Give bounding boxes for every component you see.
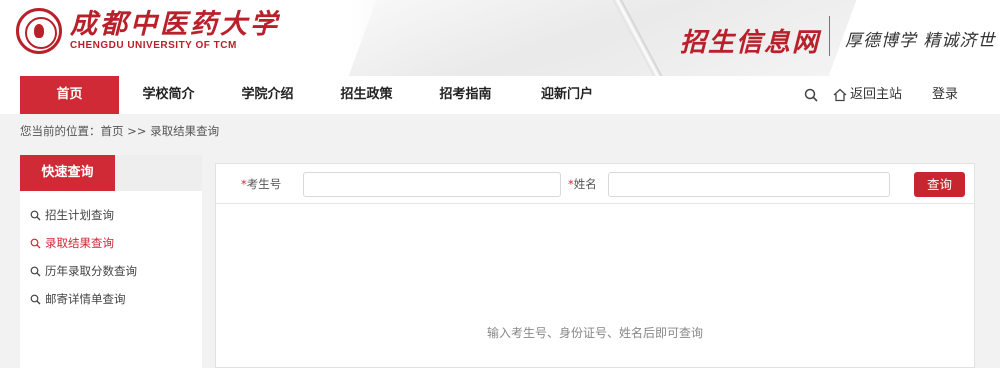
university-logo[interactable]: 成都中医药大学 CHENGDU UNIVERSITY OF TCM (16, 8, 280, 54)
breadcrumb-separator: >> (123, 124, 151, 138)
query-button[interactable]: 查询 (914, 172, 965, 197)
nav-item-college-intro[interactable]: 学院介绍 (218, 76, 317, 114)
query-panel: *考生号 *姓名 查询 输入考生号、身份证号、姓名后即可查询 (215, 163, 975, 368)
sidebar-item-admission-plan[interactable]: 招生计划查询 (30, 206, 114, 224)
search-icon (30, 210, 41, 220)
name-input[interactable] (608, 172, 890, 197)
sidebar-title: 快速查询 (20, 155, 115, 191)
sidebar-item-label: 录取结果查询 (45, 236, 114, 250)
breadcrumb-home-link[interactable]: 首页 (101, 124, 124, 138)
query-hint: 输入考生号、身份证号、姓名后即可查询 (486, 326, 703, 340)
header-divider (829, 16, 830, 56)
exam-number-input[interactable] (303, 172, 561, 197)
sidebar-item-label: 历年录取分数查询 (45, 264, 137, 278)
sidebar-item-label: 邮寄详情单查询 (45, 292, 126, 306)
sidebar-item-mail-tracking[interactable]: 邮寄详情单查询 (30, 290, 126, 308)
exam-number-label-text: 考生号 (246, 177, 282, 191)
nav-item-exam-guide[interactable]: 招考指南 (416, 76, 515, 114)
name-label: *姓名 (568, 176, 597, 192)
back-to-main-site-link[interactable]: 返回主站 (850, 76, 902, 114)
search-icon (30, 238, 41, 248)
quick-query-sidebar: 快速查询 招生计划查询 录取结果查询 历年录取分数查询 邮寄详情单查询 (20, 155, 202, 368)
sidebar-item-label: 招生计划查询 (45, 208, 114, 222)
breadcrumb: 您当前的位置：首页 >> 录取结果查询 (20, 123, 219, 139)
sidebar-item-historical-scores[interactable]: 历年录取分数查询 (30, 262, 137, 280)
university-motto: 厚德博学 精诚济世 (845, 31, 996, 51)
logo-chinese-name: 成都中医药大学 (70, 9, 280, 40)
nav-item-admission-policy[interactable]: 招生政策 (317, 76, 416, 114)
logo-english-name: CHENGDU UNIVERSITY OF TCM (70, 40, 237, 51)
breadcrumb-prefix: 您当前的位置： (20, 124, 101, 138)
nav-item-freshman-portal[interactable]: 迎新门户 (515, 76, 619, 114)
nav-item-school-intro[interactable]: 学校简介 (119, 76, 218, 114)
name-label-text: 姓名 (573, 177, 597, 191)
site-title: 招生信息网 (680, 28, 821, 58)
site-header: 成都中医药大学 CHENGDU UNIVERSITY OF TCM 招生信息网 … (0, 0, 1000, 76)
sidebar-item-admission-result[interactable]: 录取结果查询 (30, 234, 114, 252)
query-form: *考生号 *姓名 查询 (216, 164, 974, 204)
exam-number-label: *考生号 (241, 176, 281, 192)
search-icon (30, 266, 41, 276)
nav-item-home[interactable]: 首页 (20, 76, 119, 114)
search-icon[interactable] (804, 88, 818, 102)
sidebar-header: 快速查询 (20, 155, 202, 191)
breadcrumb-current: 录取结果查询 (150, 124, 220, 138)
search-icon (30, 294, 41, 304)
main-nav: 首页 学校简介 学院介绍 招生政策 招考指南 迎新门户 返回主站 登录 (0, 76, 1000, 114)
home-icon (833, 88, 847, 102)
university-seal-icon (16, 8, 62, 54)
login-link[interactable]: 登录 (932, 76, 958, 114)
